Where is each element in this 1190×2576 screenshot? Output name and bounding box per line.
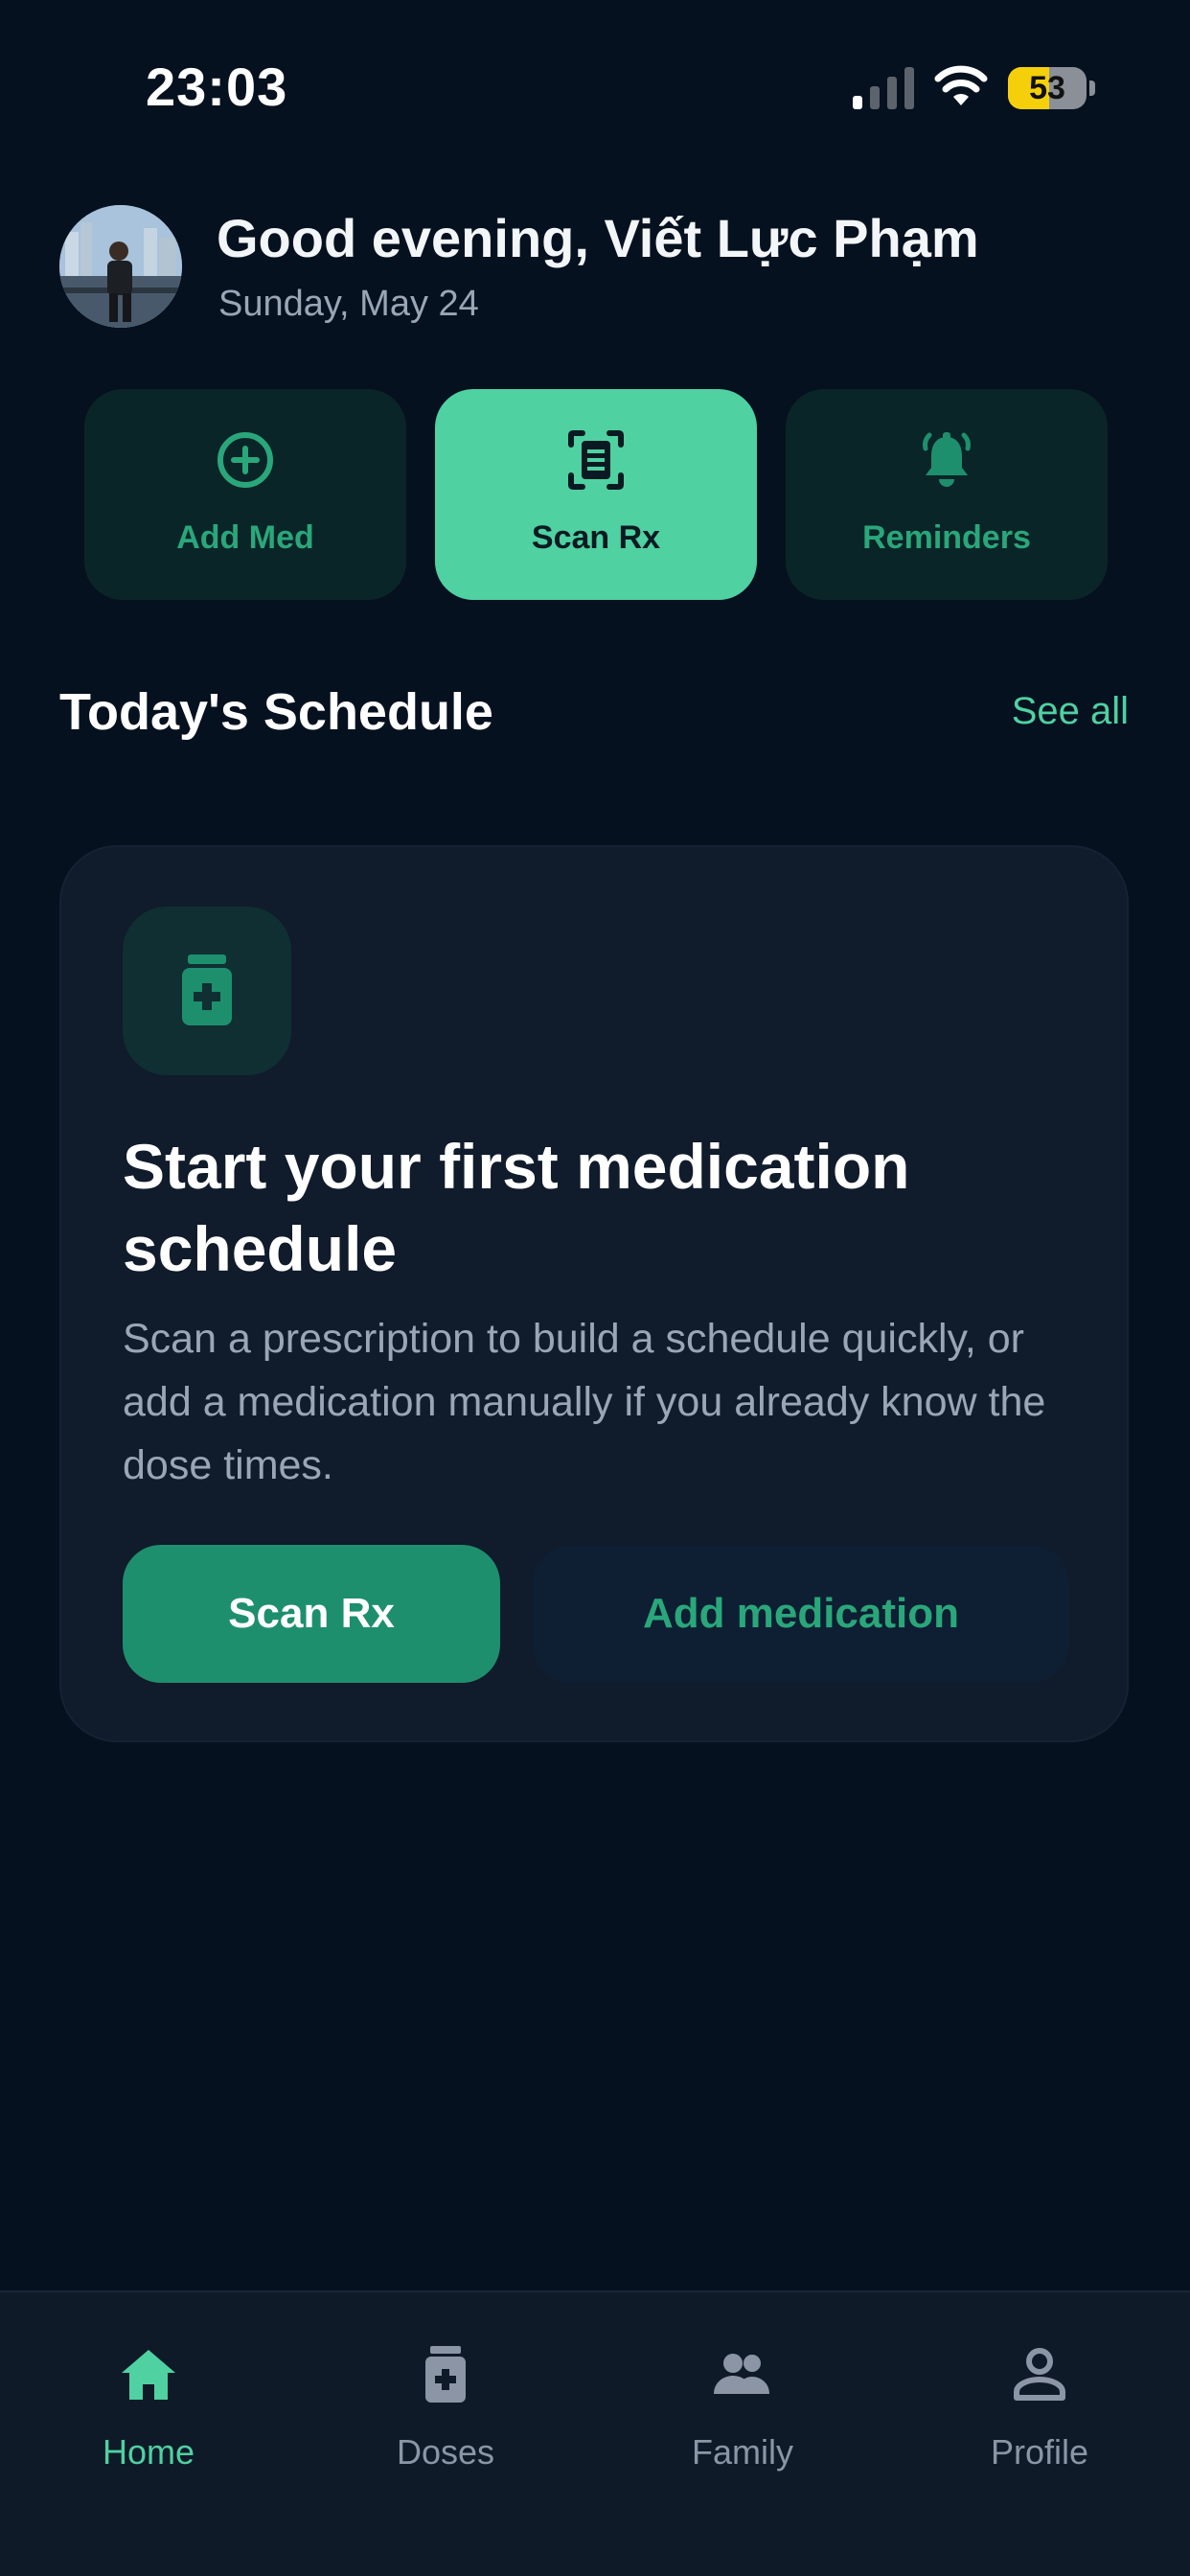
cellular-signal-icon bbox=[853, 67, 914, 109]
pill-bottle-icon bbox=[425, 2346, 466, 2403]
avatar-photo bbox=[59, 205, 182, 328]
home-icon bbox=[122, 2350, 175, 2400]
add-medication-button[interactable]: Add medication bbox=[533, 1545, 1069, 1683]
tab-doses-label: Doses bbox=[396, 2432, 495, 2472]
empty-state-card: Start your first medication schedule Sca… bbox=[59, 845, 1129, 1742]
plus-circle-icon bbox=[217, 432, 273, 488]
battery-icon: 53 bbox=[1008, 67, 1087, 109]
tab-family-label: Family bbox=[692, 2432, 793, 2472]
reminders-button[interactable]: Reminders bbox=[786, 389, 1108, 600]
empty-state-description: Scan a prescription to build a schedule … bbox=[123, 1316, 1046, 1488]
scan-rx-button[interactable]: Scan Rx bbox=[123, 1545, 500, 1683]
add-med-label: Add Med bbox=[176, 519, 314, 556]
battery-level: 53 bbox=[1029, 70, 1065, 106]
status-bar: 23:03 53 bbox=[0, 0, 1190, 172]
empty-state-title: Start your first medication schedule bbox=[123, 1131, 910, 1284]
battery-tip bbox=[1089, 80, 1095, 96]
reminders-label: Reminders bbox=[862, 519, 1031, 556]
tab-home-label: Home bbox=[102, 2432, 195, 2472]
tab-home[interactable]: Home bbox=[0, 2292, 297, 2522]
scan-rx-quick-label: Scan Rx bbox=[531, 519, 661, 556]
see-all-link[interactable]: See all bbox=[1012, 690, 1129, 733]
tab-profile-label: Profile bbox=[990, 2432, 1089, 2472]
status-time: 23:03 bbox=[146, 57, 288, 117]
current-date: Sunday, May 24 bbox=[218, 284, 479, 324]
scan-document-icon bbox=[568, 430, 624, 490]
wifi-icon bbox=[934, 65, 988, 105]
tab-family[interactable]: Family bbox=[594, 2292, 891, 2522]
person-icon bbox=[1014, 2348, 1065, 2401]
tab-doses[interactable]: Doses bbox=[297, 2292, 594, 2522]
people-icon bbox=[714, 2354, 769, 2394]
schedule-section-title: Today's Schedule bbox=[59, 683, 493, 741]
tab-profile[interactable]: Profile bbox=[891, 2292, 1188, 2522]
bottom-tab-bar: Home Doses Family Profile bbox=[0, 2290, 1190, 2576]
scan-rx-quick-button[interactable]: Scan Rx bbox=[435, 389, 757, 600]
greeting-title: Good evening, Viết Lực Phạm bbox=[217, 208, 979, 268]
add-med-button[interactable]: Add Med bbox=[84, 389, 406, 600]
medication-icon-box bbox=[123, 907, 291, 1075]
medication-bottle-icon bbox=[182, 954, 232, 1025]
bell-ringing-icon bbox=[923, 432, 971, 487]
avatar[interactable] bbox=[59, 205, 182, 328]
